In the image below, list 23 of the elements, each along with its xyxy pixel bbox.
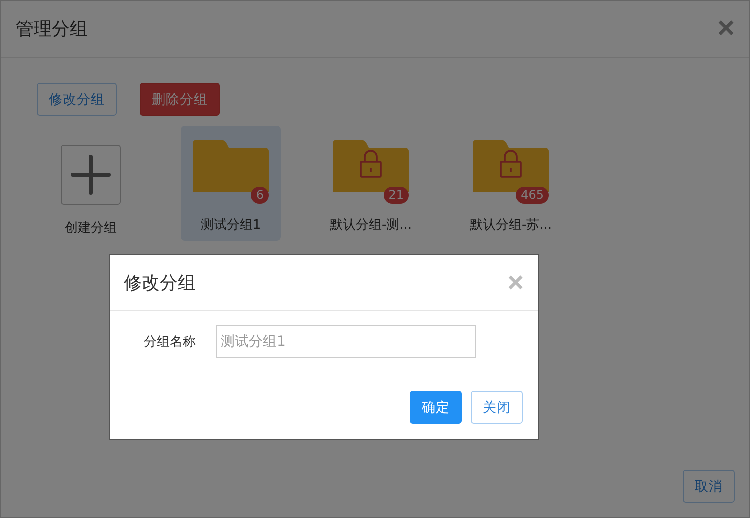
delete-group-button[interactable]: 删除分组 (140, 83, 220, 116)
field-label: 分组名称 (143, 334, 197, 350)
group-tile[interactable]: 21 默认分组-测... (321, 126, 421, 241)
add-icon (61, 145, 121, 205)
dialog-title: 管理分组 (16, 18, 88, 41)
group-tile[interactable]: 6 测试分组1 (181, 126, 281, 241)
confirm-button[interactable]: 确定 (410, 391, 462, 424)
count-badge: 465 (516, 187, 549, 204)
group-tile[interactable]: 465 默认分组-苏... (461, 126, 561, 241)
group-tile[interactable]: 创建分组 (41, 126, 141, 241)
group-name: 创建分组 (65, 220, 117, 237)
group-name: 默认分组-测... (330, 217, 412, 234)
count-badge: 6 (251, 187, 269, 204)
close-button[interactable]: × (717, 14, 735, 44)
cancel-button[interactable]: 取消 (683, 470, 735, 503)
group-name: 默认分组-苏... (470, 217, 552, 234)
group-name: 测试分组1 (200, 217, 262, 234)
dialog-title: 修改分组 (124, 272, 196, 294)
close-dialog-button[interactable]: 关闭 (471, 391, 523, 424)
edit-group-button[interactable]: 修改分组 (37, 83, 117, 116)
group-name-field[interactable]: 测试分组1 (216, 325, 476, 358)
count-badge: 21 (384, 187, 409, 204)
close-button[interactable]: × (508, 268, 524, 296)
